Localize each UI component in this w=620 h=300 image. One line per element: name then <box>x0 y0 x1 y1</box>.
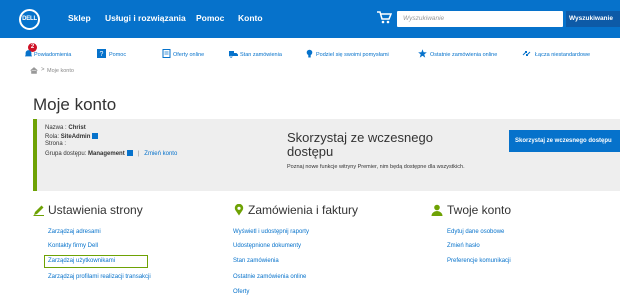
subnav-order-status[interactable]: Stan zamówienia <box>240 52 282 58</box>
svg-text:?: ? <box>100 51 104 58</box>
link-view-share-reports[interactable]: Wyświetl i udostępnij raporty <box>233 229 309 235</box>
info-icon[interactable] <box>92 133 99 139</box>
lightbulb-icon[interactable] <box>305 49 314 58</box>
pencil-icon <box>33 205 44 216</box>
home-icon[interactable] <box>30 67 38 74</box>
bell-icon[interactable] <box>24 49 33 58</box>
subnav-online-quotes[interactable]: Oferty online <box>173 52 204 58</box>
account-access-group: Grupa dostępu: Management | Zmień konto <box>45 150 178 157</box>
top-nav-bar: DELL Sklep Usługi i rozwiązania Pomoc Ko… <box>0 0 620 38</box>
search-input[interactable]: Wyszukiwanie <box>397 11 563 27</box>
document-icon[interactable] <box>162 49 171 58</box>
link-manage-users[interactable]: Zarządzaj użytkownikami <box>48 258 115 264</box>
user-icon <box>431 204 443 216</box>
subnav-help[interactable]: Pomoc <box>109 52 126 58</box>
early-access-button[interactable]: Skorzystaj ze wczesnego dostępu <box>509 130 620 152</box>
link-shared-documents[interactable]: Udostępnione dokumenty <box>233 243 301 249</box>
link-communication-preferences[interactable]: Preferencje komunikacji <box>447 258 511 264</box>
subnav-notifications[interactable]: Powiadomienia <box>34 52 71 58</box>
account-page: Strona : <box>45 141 67 147</box>
link-dell-contacts[interactable]: Kontakty firmy Dell <box>48 243 98 249</box>
nav-services-solutions[interactable]: Usługi i rozwiązania <box>105 13 186 23</box>
nav-shop[interactable]: Sklep <box>68 13 91 23</box>
link-icon[interactable] <box>522 49 531 58</box>
account-name: Nazwa : Christ <box>45 125 86 131</box>
change-account-link[interactable]: Zmień konto <box>144 151 177 157</box>
dell-logo[interactable]: DELL <box>19 9 40 30</box>
subnav-share-ideas[interactable]: Podziel się swoimi pomysłami <box>316 52 389 58</box>
location-pin-icon <box>234 204 244 216</box>
search-button[interactable]: Wyszukiwanie <box>566 11 620 27</box>
star-icon[interactable] <box>418 49 427 58</box>
section-title-orders: Zamówienia i faktury <box>248 203 359 217</box>
subnav-custom-links[interactable]: Łącza niestandardowe <box>535 52 590 58</box>
help-icon[interactable]: ? <box>97 49 106 58</box>
link-manage-addresses[interactable]: Zarządzaj adresami <box>48 229 101 235</box>
link-recent-online-orders[interactable]: Ostatnie zamówienia online <box>233 274 306 280</box>
section-title-settings: Ustawienia strony <box>48 203 143 217</box>
nav-account[interactable]: Konto <box>238 13 263 23</box>
subnav-recent-orders[interactable]: Ostatnie zamówienia online <box>430 52 497 58</box>
nav-support[interactable]: Pomoc <box>196 13 224 23</box>
link-edit-personal-data[interactable]: Edytuj dane osobowe <box>447 229 504 235</box>
cart-icon[interactable] <box>376 10 392 24</box>
breadcrumb-separator: > <box>41 67 45 73</box>
link-order-status[interactable]: Stan zamówienia <box>233 258 279 264</box>
info-icon[interactable] <box>126 150 133 156</box>
early-access-title: Skorzystaj ze wczesnego dostępu <box>287 130 433 159</box>
section-title-your-account: Twoje konto <box>447 203 512 217</box>
account-role: Rola: SiteAdmin <box>45 133 99 140</box>
link-quotes[interactable]: Oferty <box>233 289 249 295</box>
link-change-password[interactable]: Zmień hasło <box>447 243 480 249</box>
link-checkout-profiles[interactable]: Zarządzaj profilami realizacji transakcj… <box>48 274 151 280</box>
early-access-description: Poznaj nowe funkcje witryny Premier, nim… <box>287 164 465 170</box>
page-title: Moje konto <box>33 95 117 114</box>
breadcrumb-current: Moje konto <box>47 68 74 74</box>
truck-icon[interactable] <box>229 49 238 58</box>
